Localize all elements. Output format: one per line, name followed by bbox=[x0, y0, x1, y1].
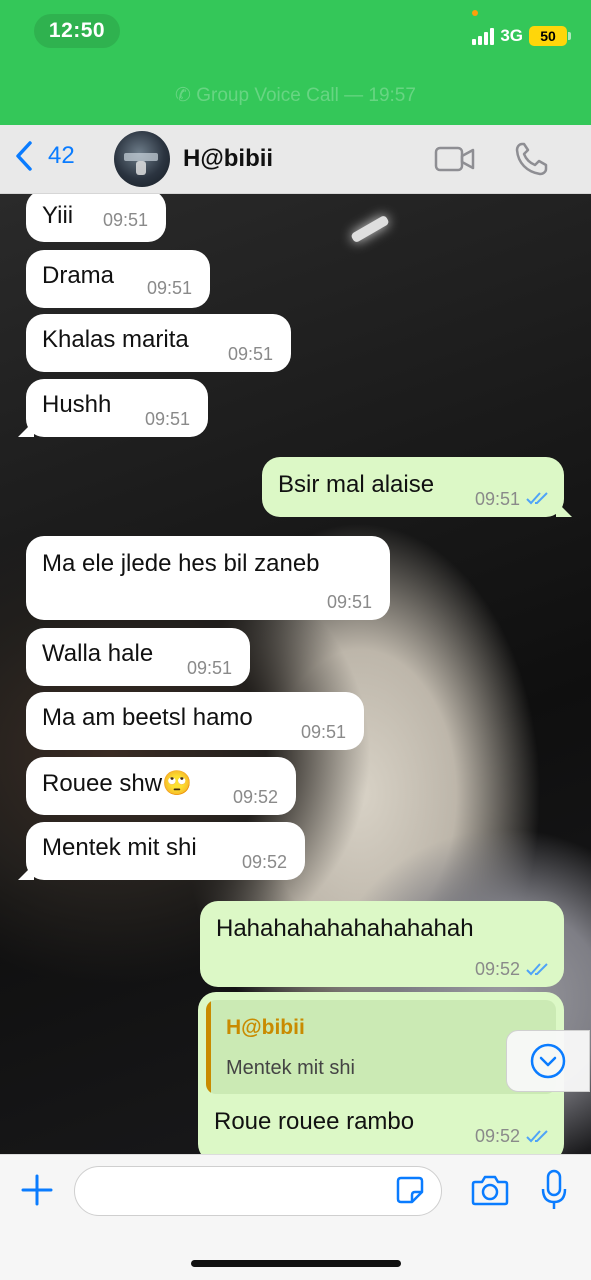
message-text: Bsir mal alaise bbox=[278, 471, 435, 498]
phone-small-icon: ✆ bbox=[175, 85, 197, 106]
microphone-icon[interactable] bbox=[540, 1169, 568, 1211]
message-incoming[interactable]: Mentek mit shi 09:52 bbox=[26, 822, 305, 880]
read-receipt-icon bbox=[526, 1130, 548, 1143]
sticker-icon[interactable] bbox=[395, 1175, 425, 1205]
message-outgoing[interactable]: Bsir mal alaise 09:51 bbox=[262, 457, 564, 517]
home-indicator bbox=[191, 1260, 401, 1267]
message-time: 09:51 bbox=[146, 278, 192, 298]
voice-call-icon[interactable] bbox=[514, 141, 548, 177]
message-text: Roue rouee rambo bbox=[214, 1108, 415, 1135]
message-incoming[interactable]: Hushh 09:51 bbox=[26, 379, 208, 437]
scroll-to-bottom-button[interactable] bbox=[506, 1030, 590, 1092]
quoted-text: Mentek mit shi bbox=[226, 1057, 355, 1079]
plus-icon[interactable] bbox=[20, 1173, 54, 1207]
chat-header: 42 H@bibii bbox=[0, 125, 591, 194]
chat-area[interactable]: Yiii 09:51 Drama 09:51 Khalas marita 09:… bbox=[0, 194, 591, 1154]
wallpaper-light bbox=[350, 214, 390, 244]
message-time: 09:51 bbox=[144, 409, 190, 429]
message-time: 09:51 bbox=[102, 210, 148, 230]
message-text: Khalas marita bbox=[42, 326, 189, 353]
message-incoming[interactable]: Ma ele jlede hes bil zaneb 09:51 bbox=[26, 536, 390, 620]
message-text: Yiii bbox=[42, 202, 74, 229]
chevron-left-icon bbox=[16, 141, 32, 171]
message-text: Walla hale bbox=[42, 640, 154, 667]
battery-icon: 50 bbox=[529, 26, 571, 46]
message-time: 09:51 bbox=[300, 722, 346, 742]
message-text: Hahahahahahahahahah bbox=[216, 915, 474, 942]
quoted-message[interactable]: H@bibii Mentek mit shi bbox=[206, 1000, 556, 1094]
message-time: 09:52 bbox=[474, 1126, 520, 1146]
message-incoming[interactable]: Khalas marita 09:51 bbox=[26, 314, 291, 372]
status-bar: 12:50 3G 50 ✆ Group Voice Call — 19:57 bbox=[0, 0, 591, 125]
message-time: 09:52 bbox=[241, 852, 287, 872]
message-text: Mentek mit shi bbox=[42, 834, 197, 861]
read-receipt-icon bbox=[526, 492, 548, 505]
privacy-indicator-dot bbox=[472, 10, 478, 16]
quote-bar bbox=[206, 1000, 211, 1094]
message-time: 09:51 bbox=[227, 344, 273, 364]
network-type: 3G bbox=[500, 26, 523, 45]
message-time: 09:51 bbox=[186, 658, 232, 678]
message-time: 09:51 bbox=[326, 592, 372, 612]
message-incoming[interactable]: Yiii 09:51 bbox=[26, 194, 166, 242]
video-call-icon[interactable] bbox=[434, 144, 476, 174]
message-incoming[interactable]: Ma am beetsl hamo 09:51 bbox=[26, 692, 364, 750]
message-incoming[interactable]: Drama 09:51 bbox=[26, 250, 210, 308]
message-outgoing[interactable]: Hahahahahahahahahah 09:52 bbox=[200, 901, 564, 987]
message-time: 09:52 bbox=[232, 787, 278, 807]
avatar[interactable] bbox=[114, 131, 170, 187]
message-time: 09:52 bbox=[474, 959, 520, 979]
message-text: Drama bbox=[42, 262, 115, 289]
clock: 12:50 bbox=[34, 14, 120, 48]
back-button[interactable]: 42 bbox=[14, 140, 75, 172]
message-text: Hushh bbox=[42, 391, 112, 418]
chevron-down-circle-icon bbox=[530, 1043, 566, 1079]
quoted-author: H@bibii bbox=[226, 1016, 305, 1039]
signal-icon bbox=[472, 27, 495, 45]
status-icons: 3G 50 bbox=[472, 24, 571, 48]
message-time: 09:51 bbox=[474, 489, 520, 509]
message-text: Ma ele jlede hes bil zaneb bbox=[42, 550, 320, 577]
group-call-banner[interactable]: ✆ Group Voice Call — 19:57 bbox=[0, 84, 591, 107]
contact-name[interactable]: H@bibii bbox=[183, 145, 273, 173]
message-input[interactable] bbox=[74, 1166, 442, 1216]
battery-level: 50 bbox=[540, 28, 556, 44]
message-text: Ma am beetsl hamo bbox=[42, 704, 253, 731]
group-call-label: Group Voice Call — 19:57 bbox=[196, 85, 416, 106]
message-text: Rouee shw🙄 bbox=[42, 770, 192, 797]
read-receipt-icon bbox=[526, 963, 548, 976]
message-incoming[interactable]: Rouee shw🙄 09:52 bbox=[26, 757, 296, 815]
unread-count: 42 bbox=[48, 142, 75, 169]
message-incoming[interactable]: Walla hale 09:51 bbox=[26, 628, 250, 686]
camera-icon[interactable] bbox=[471, 1174, 509, 1206]
